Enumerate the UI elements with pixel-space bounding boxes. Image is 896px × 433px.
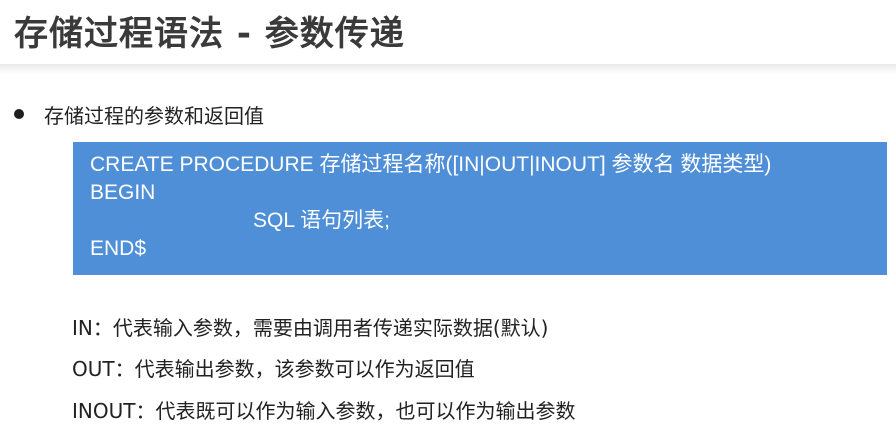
- bullet-text: 存储过程的参数和返回值: [44, 103, 264, 128]
- bullet-item: 存储过程的参数和返回值: [14, 98, 264, 130]
- code-block: CREATE PROCEDURE 存储过程名称([IN|OUT|INOUT] 参…: [73, 142, 887, 275]
- title-divider: [0, 64, 896, 74]
- slide: 存储过程语法 - 参数传递 存储过程的参数和返回值 CREATE PROCEDU…: [0, 0, 896, 433]
- code-line-create: CREATE PROCEDURE 存储过程名称([IN|OUT|INOUT] 参…: [90, 153, 772, 176]
- description-inout: INOUT：代表既可以作为输入参数，也可以作为输出参数: [72, 399, 576, 423]
- code-line-statements: SQL 语句列表;: [253, 209, 390, 232]
- description-in: IN：代表输入参数，需要由调用者传递实际数据(默认): [72, 316, 549, 340]
- slide-title: 存储过程语法 - 参数传递: [14, 14, 405, 54]
- code-line-end: END$: [90, 237, 147, 260]
- bullet-dot-icon: [14, 109, 24, 119]
- code-line-begin: BEGIN: [90, 181, 156, 204]
- description-out: OUT：代表输出参数，该参数可以作为返回值: [72, 357, 475, 381]
